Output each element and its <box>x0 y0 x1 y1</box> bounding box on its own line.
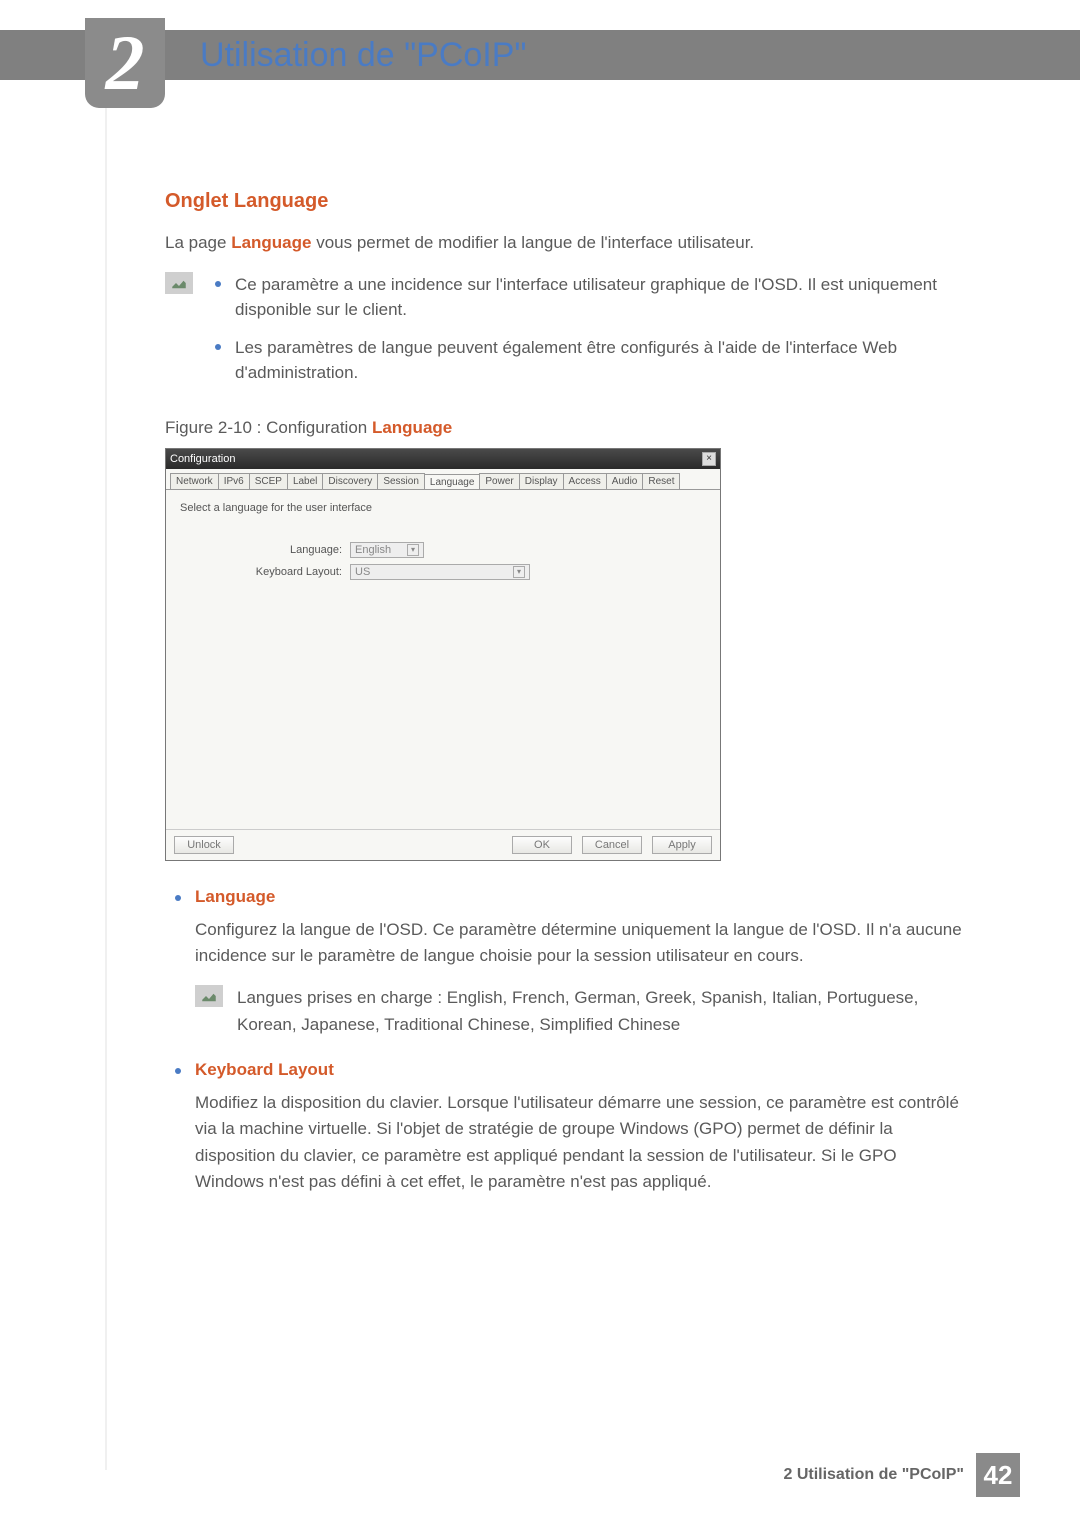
intro-post: vous permet de modifier la langue de l'i… <box>311 233 754 252</box>
footer-text: 2 Utilisation de "PCoIP" <box>783 1466 964 1484</box>
note-item: Les paramètres de langue peuvent égaleme… <box>207 335 965 386</box>
tab-access[interactable]: Access <box>563 473 607 489</box>
keyboard-value: US <box>355 566 370 578</box>
intro-pre: La page <box>165 233 231 252</box>
tab-power[interactable]: Power <box>479 473 519 489</box>
chevron-down-icon: ▾ <box>513 566 525 578</box>
tab-language[interactable]: Language <box>424 474 481 490</box>
definition-keyboard-heading: Keyboard Layout <box>165 1060 965 1080</box>
tab-reset[interactable]: Reset <box>642 473 680 489</box>
left-margin-rule <box>105 30 107 1470</box>
definition-language-body: Configurez la langue de l'OSD. Ce paramè… <box>165 917 965 970</box>
tab-display[interactable]: Display <box>519 473 564 489</box>
figure-highlight: Language <box>372 418 452 437</box>
page-footer: 2 Utilisation de "PCoIP" 42 <box>783 1453 1020 1497</box>
close-icon[interactable]: × <box>702 452 716 466</box>
definition-keyboard-body: Modifiez la disposition du clavier. Lors… <box>165 1090 965 1195</box>
ok-button[interactable]: OK <box>512 836 572 854</box>
definition-keyboard-title: Keyboard Layout <box>195 1060 334 1079</box>
keyboard-select[interactable]: US ▾ <box>350 564 530 580</box>
chapter-number: 2 <box>106 18 145 108</box>
tab-audio[interactable]: Audio <box>606 473 644 489</box>
unlock-button[interactable]: Unlock <box>174 836 234 854</box>
configuration-dialog: Configuration × Network IPv6 SCEP Label … <box>165 448 721 861</box>
dialog-title: Configuration <box>170 453 235 465</box>
language-row: Language: English ▾ <box>180 542 706 558</box>
language-label: Language: <box>180 544 350 556</box>
cancel-button[interactable]: Cancel <box>582 836 642 854</box>
figure-caption: Figure 2-10 : Configuration Language <box>165 418 965 438</box>
note-icon <box>195 985 223 1007</box>
definition-language-note: Langues prises en charge : English, Fren… <box>165 985 965 1038</box>
dialog-body: Select a language for the user interface… <box>166 489 720 829</box>
note-icon <box>165 272 193 294</box>
section-heading: Onglet Language <box>165 190 965 213</box>
definition-language-note-text: Langues prises en charge : English, Fren… <box>237 985 965 1038</box>
keyboard-label: Keyboard Layout: <box>180 566 350 578</box>
chapter-title: Utilisation de "PCoIP" <box>200 36 527 75</box>
intro-highlight: Language <box>231 233 311 252</box>
dialog-titlebar: Configuration × <box>166 449 720 469</box>
keyboard-row: Keyboard Layout: US ▾ <box>180 564 706 580</box>
definition-language-heading: Language <box>165 887 965 907</box>
language-select[interactable]: English ▾ <box>350 542 424 558</box>
chapter-badge: 2 <box>85 18 165 108</box>
chevron-down-icon: ▾ <box>407 544 419 556</box>
apply-button[interactable]: Apply <box>652 836 712 854</box>
note-item: Ce paramètre a une incidence sur l'inter… <box>207 272 965 323</box>
dialog-description: Select a language for the user interface <box>180 502 706 514</box>
tab-session[interactable]: Session <box>377 473 425 489</box>
dialog-button-bar: Unlock OK Cancel Apply <box>166 829 720 860</box>
intro-paragraph: La page Language vous permet de modifier… <box>165 231 965 256</box>
tab-network[interactable]: Network <box>170 473 219 489</box>
tab-label[interactable]: Label <box>287 473 323 489</box>
dialog-tabs: Network IPv6 SCEP Label Discovery Sessio… <box>166 469 720 489</box>
tab-discovery[interactable]: Discovery <box>322 473 378 489</box>
tab-scep[interactable]: SCEP <box>249 473 288 489</box>
figure-pre: Figure 2-10 : Configuration <box>165 418 372 437</box>
definition-language-title: Language <box>195 887 275 906</box>
tab-ipv6[interactable]: IPv6 <box>218 473 250 489</box>
page-number: 42 <box>976 1453 1020 1497</box>
note-block: Ce paramètre a une incidence sur l'inter… <box>165 272 965 398</box>
language-value: English <box>355 544 391 556</box>
